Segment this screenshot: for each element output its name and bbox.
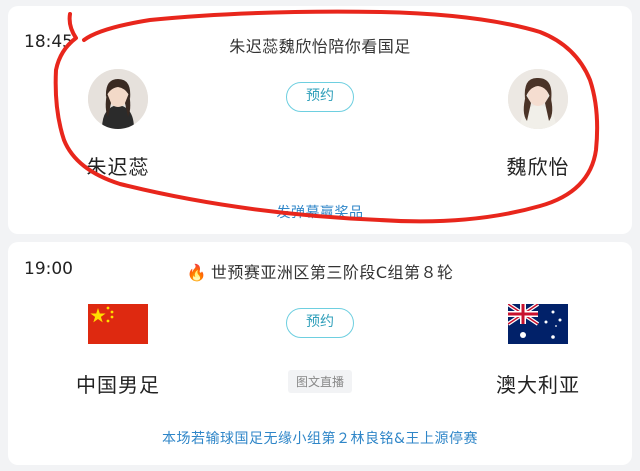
match-news-link[interactable]: 本场若输球国足无缘小组第２林良铭&王上源停赛 [8,428,632,448]
match-title-row: 🔥 世预赛亚洲区第三阶段C组第８轮 [8,259,632,283]
reserve-button[interactable]: 预约 [286,308,354,338]
match-title: 世预赛亚洲区第三阶段C组第８轮 [210,263,454,282]
host-left-name: 朱迟蕊 [86,155,150,179]
match-card-2[interactable]: 19:00 🔥 世预赛亚洲区第三阶段C组第８轮 中国男足 预约 图文直播 澳大利… [8,242,632,465]
team-left[interactable]: 中国男足 [48,304,188,398]
live-text-tag[interactable]: 图文直播 [287,370,353,393]
team-left-name: 中国男足 [76,373,160,397]
match-card-1[interactable]: 18:45 朱迟蕊魏欣怡陪你看国足 朱迟蕊 预约 魏欣怡 发弹幕赢奖品 [8,6,632,234]
match-title: 朱迟蕊魏欣怡陪你看国足 [229,37,411,56]
fire-icon: 🔥 [186,263,207,282]
host-right-name: 魏欣怡 [506,155,570,179]
danmaku-link[interactable]: 发弹幕赢奖品 [8,202,632,222]
host-right-avatar [508,69,568,129]
australia-flag-icon [508,304,568,344]
host-left[interactable]: 朱迟蕊 [48,69,188,180]
china-flag-icon [88,304,148,344]
host-right[interactable]: 魏欣怡 [468,69,608,180]
reserve-button[interactable]: 预约 [286,82,354,112]
team-right-name: 澳大利亚 [496,373,580,397]
team-right[interactable]: 澳大利亚 [468,304,608,398]
host-left-avatar [88,69,148,129]
